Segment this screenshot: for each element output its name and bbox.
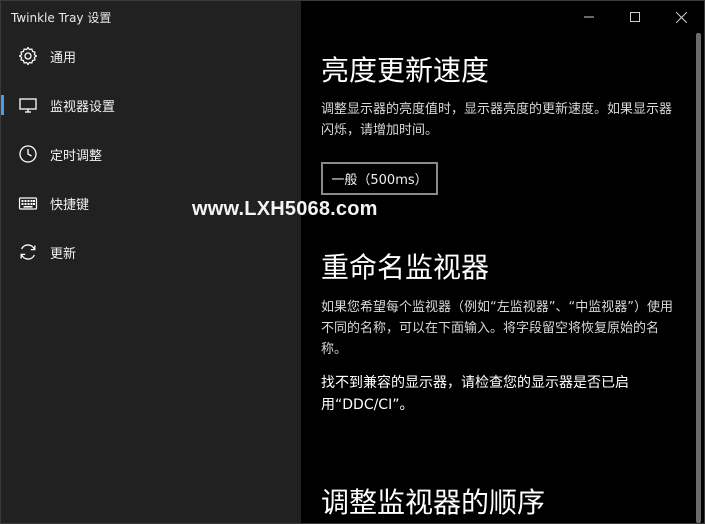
monitor-icon: [18, 95, 38, 115]
gear-icon: [18, 46, 38, 66]
sidebar-item-label: 定时调整: [50, 149, 103, 164]
window-title: Twinkle Tray 设置: [11, 11, 112, 25]
rename-heading: 重命名监视器: [321, 251, 490, 284]
maximize-button[interactable]: [612, 1, 658, 33]
clock-icon: [18, 144, 38, 164]
sidebar-item-schedule[interactable]: 定时调整: [1, 134, 301, 174]
no-monitor-warning: 找不到兼容的显示器，请检查您的显示器是否已启用“DDC/CI”。: [321, 375, 629, 413]
update-speed-description: 调整显示器的亮度值时，显示器亮度的更新速度。如果显示器闪烁，请增加时间。: [321, 102, 673, 138]
sidebar-item-label: 监视器设置: [50, 100, 116, 115]
rename-description: 如果您希望每个监视器（例如“左监视器”、“中监视器”）使用不同的名称，可以在下面…: [321, 300, 673, 357]
close-button[interactable]: [658, 1, 704, 33]
scrollbar-thumb[interactable]: [696, 33, 701, 523]
maximize-icon: [630, 12, 640, 22]
sidebar-item-general[interactable]: 通用: [1, 36, 301, 76]
active-indicator: [1, 95, 4, 115]
sidebar-item-monitor-settings[interactable]: 监视器设置: [1, 85, 301, 125]
settings-content: 亮度更新速度 调整显示器的亮度值时，显示器亮度的更新速度。如果显示器闪烁，请增加…: [301, 33, 693, 523]
watermark-text: www.LXH5068.com: [192, 198, 378, 220]
refresh-icon: [18, 242, 38, 262]
sidebar-item-label: 更新: [50, 247, 77, 262]
keyboard-icon: [18, 193, 38, 213]
sidebar-item-update[interactable]: 更新: [1, 232, 301, 272]
sidebar-item-label: 快捷键: [50, 198, 90, 213]
title-bar[interactable]: Twinkle Tray 设置: [1, 1, 704, 33]
update-speed-select[interactable]: 一般（500ms）: [321, 162, 438, 195]
sidebar-item-label: 通用: [50, 51, 77, 66]
update-speed-heading: 亮度更新速度: [321, 54, 490, 87]
sidebar: 通用 监视器设置 定时调整 快捷键 更新: [1, 1, 301, 523]
minimize-button[interactable]: [566, 1, 612, 33]
scrollbar[interactable]: [693, 33, 704, 523]
reorder-heading: 调整监视器的顺序: [321, 486, 546, 519]
minimize-icon: [584, 16, 594, 18]
settings-window: 通用 监视器设置 定时调整 快捷键 更新 Twinkle Tray 设置 亮度更…: [0, 0, 705, 524]
close-icon: [675, 11, 687, 23]
